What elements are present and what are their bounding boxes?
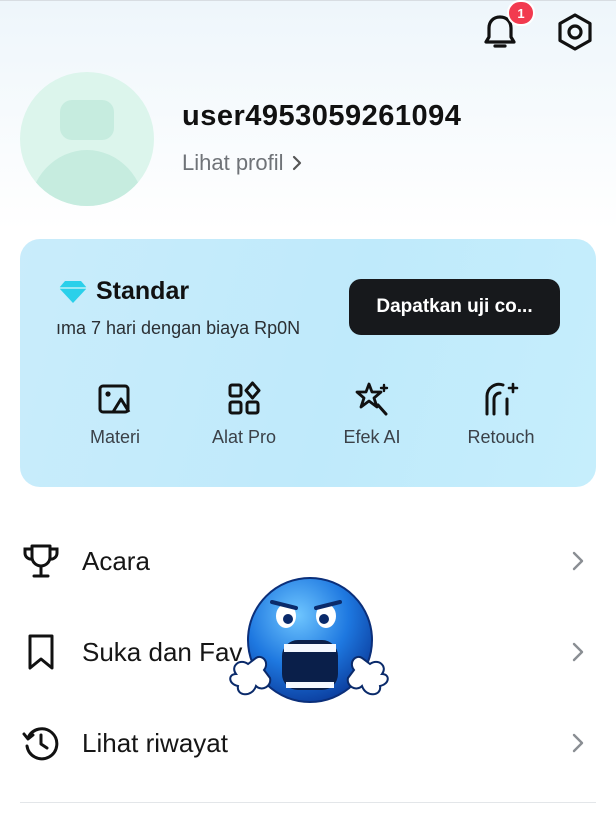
premium-card[interactable]: Standar ıma 7 hari dengan biaya Rp0N Dap… [20,239,596,487]
menu-label: Suka dan Fav [82,636,243,667]
feature-label: Retouch [467,427,535,447]
view-profile-label: Lihat profil [182,150,284,175]
tier-description: ıma 7 hari dengan biaya Rp0N [56,318,301,338]
feature-label: Alat Pro [211,427,277,447]
feature-label: Materi [89,427,140,447]
image-icon [98,384,131,414]
chevron-right-icon [292,155,301,171]
chevron-right-icon [572,549,592,573]
view-profile-link[interactable]: Lihat profil [182,150,302,176]
crying-emoji-sticker [229,577,389,703]
chevron-right-icon [572,640,592,664]
settings-button[interactable] [553,10,597,54]
chevron-right-icon [572,731,592,755]
ai-effects-icon [355,382,389,416]
bookmark-icon [22,633,60,671]
history-icon [22,724,60,762]
settings-icon [558,13,592,51]
feature-retouch[interactable]: Retouch [441,381,561,448]
menu-label: Lihat riwayat [82,727,228,758]
trial-button[interactable]: Dapatkan uji co... [349,279,560,335]
username: user4953059261094 [182,100,462,132]
trophy-icon [22,542,60,580]
feature-alat-pro[interactable]: Alat Pro [184,381,304,448]
retouch-icon [485,382,519,416]
tier-header: Standar [58,277,189,306]
pro-tools-icon [228,381,261,415]
feature-materi[interactable]: Materi [55,381,175,448]
feature-row: Materi Alat Pro Efek AI Retouch [20,381,596,461]
default-avatar-icon [29,100,145,206]
list-divider [20,802,596,803]
diamond-icon [59,280,87,303]
menu-label: Acara [82,545,150,576]
feature-efek-ai[interactable]: Efek AI [312,381,432,448]
avatar[interactable] [20,72,154,206]
notification-badge: 1 [507,0,535,26]
tier-name: Standar [96,277,190,305]
feature-label: Efek AI [343,427,401,447]
